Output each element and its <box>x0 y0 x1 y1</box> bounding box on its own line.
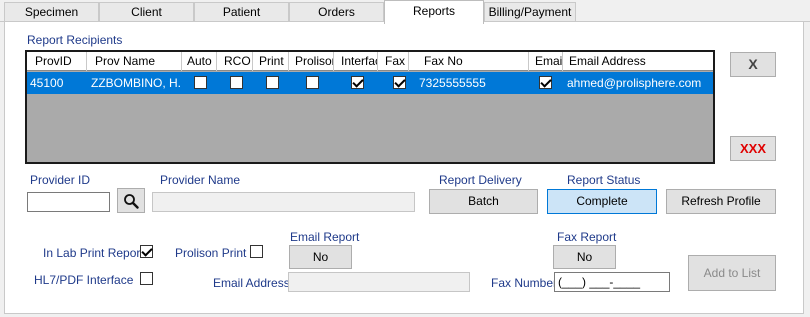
col-prov-name[interactable]: Prov Name <box>87 52 182 71</box>
fax-report-label: Fax Report <box>557 230 617 244</box>
report-status-label: Report Status <box>567 173 641 187</box>
email-address-input[interactable] <box>288 272 470 292</box>
email-report-label: Email Report <box>290 230 360 244</box>
col-email-address[interactable]: Email Address <box>563 52 713 71</box>
tab-reports[interactable]: Reports <box>384 0 484 24</box>
col-email[interactable]: Email <box>529 52 563 71</box>
prolison-print-checkbox[interactable] <box>250 245 263 258</box>
tab-patient[interactable]: Patient <box>194 2 289 22</box>
email-address-label: Email Address <box>213 276 290 290</box>
provider-id-label: Provider ID <box>30 173 91 187</box>
cell-fax-no: 7325555555 <box>419 76 486 90</box>
tab-billing-payment[interactable]: Billing/Payment <box>484 2 576 22</box>
cell-email-checkbox[interactable] <box>539 76 552 89</box>
tab-specimen[interactable]: Specimen <box>4 2 99 22</box>
col-prov-id[interactable]: ProvID <box>27 52 87 71</box>
email-report-button[interactable]: No <box>289 245 352 269</box>
cell-email-address: ahmed@prolisphere.com <box>567 76 702 90</box>
remove-recipient-button[interactable]: X <box>730 52 776 77</box>
magnifier-icon <box>124 194 139 209</box>
col-print[interactable]: Print <box>253 52 289 71</box>
cell-prolison-checkbox[interactable] <box>306 76 319 89</box>
cell-fax-checkbox[interactable] <box>393 76 406 89</box>
report-status-button[interactable]: Complete <box>547 189 657 214</box>
col-interface[interactable]: Interfac <box>334 52 378 71</box>
cell-prov-name: ZZBOMBINO, H... <box>91 76 181 90</box>
add-to-list-button[interactable]: Add to List <box>688 255 776 291</box>
grid-header: ProvID Prov Name Auto RCO Print Prolison… <box>27 52 713 71</box>
cell-interface-checkbox[interactable] <box>351 76 364 89</box>
report-delivery-label: Report Delivery <box>439 173 522 187</box>
fax-number-label: Fax Number <box>491 276 558 290</box>
tab-orders[interactable]: Orders <box>289 2 384 22</box>
cell-prov-id: 45100 <box>30 76 64 90</box>
refresh-profile-button[interactable]: Refresh Profile <box>666 189 776 214</box>
col-fax[interactable]: Fax <box>378 52 409 71</box>
provider-name-input[interactable] <box>152 192 415 212</box>
fax-report-button[interactable]: No <box>553 245 616 269</box>
hl7-pdf-interface-label: HL7/PDF Interface <box>34 273 134 287</box>
col-auto[interactable]: Auto <box>182 52 217 71</box>
tab-client[interactable]: Client <box>99 2 194 22</box>
col-prolison[interactable]: Prolison <box>289 52 334 71</box>
hl7-pdf-interface-checkbox[interactable] <box>140 272 153 285</box>
in-lab-print-label: In Lab Print Report <box>43 246 144 260</box>
provider-search-button[interactable] <box>117 188 145 213</box>
cell-rco-checkbox[interactable] <box>230 76 243 89</box>
prolison-print-label: Prolison Print <box>175 246 247 260</box>
col-rco[interactable]: RCO <box>217 52 253 71</box>
in-lab-print-checkbox[interactable] <box>140 245 153 258</box>
col-fax-no[interactable]: Fax No <box>409 52 529 71</box>
cell-print-checkbox[interactable] <box>266 76 279 89</box>
report-recipients-label: Report Recipients <box>27 33 123 47</box>
remove-all-recipients-button[interactable]: XXX <box>730 136 776 161</box>
cell-auto-checkbox[interactable] <box>194 76 207 89</box>
table-row[interactable]: 45100 ZZBOMBINO, H... 7325555555 ahmed@p… <box>27 72 713 94</box>
report-delivery-button[interactable]: Batch <box>429 189 538 214</box>
provider-id-input[interactable] <box>27 192 110 212</box>
fax-number-input[interactable] <box>554 272 670 292</box>
provider-name-label: Provider Name <box>160 173 241 187</box>
report-recipients-grid[interactable]: ProvID Prov Name Auto RCO Print Prolison… <box>25 50 715 164</box>
